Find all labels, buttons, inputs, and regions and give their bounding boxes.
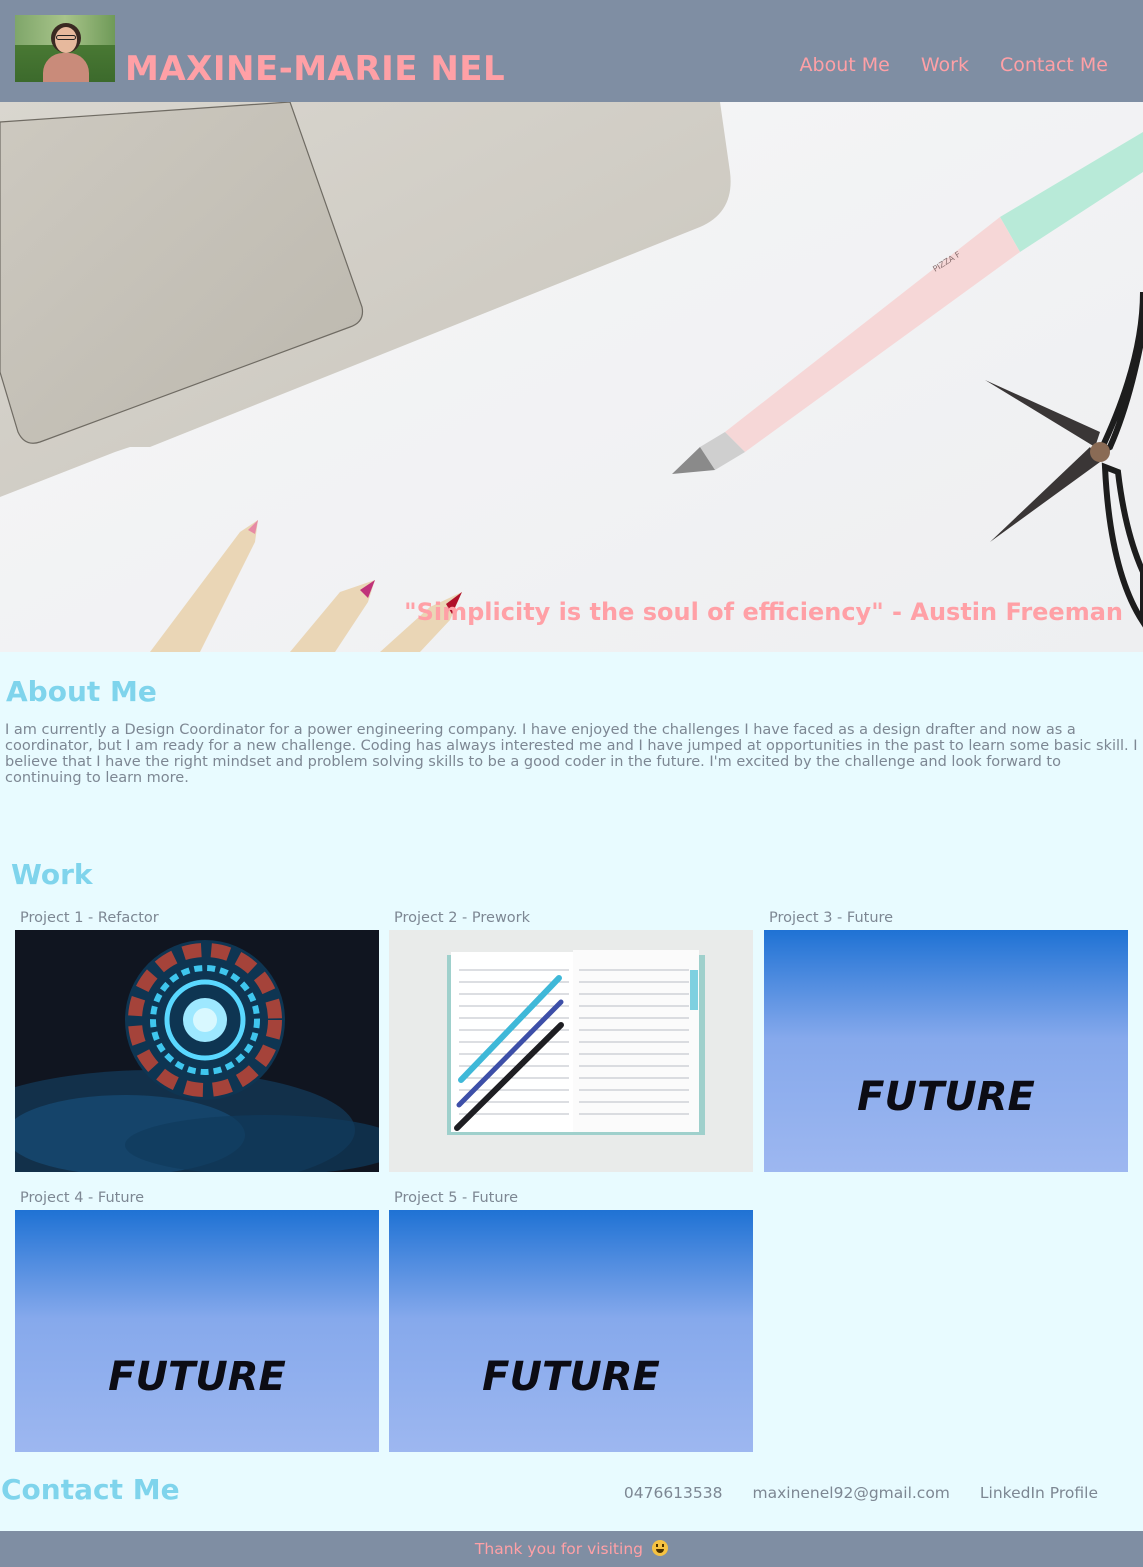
contact-phone[interactable]: 0476613538 [624, 1482, 723, 1504]
project-image-notebook[interactable] [389, 930, 753, 1172]
svg-text:FUTURE: FUTURE [857, 1074, 1035, 1120]
profile-photo [15, 15, 115, 82]
project-label: Project 2 - Prework [394, 910, 531, 926]
project-card-4[interactable]: Project 4 - Future FUTURE [15, 1188, 379, 1452]
smiley-emoji-icon [652, 1540, 669, 1556]
project-label: Project 3 - Future [769, 910, 894, 926]
about-text: I am currently a Design Coordinator for … [5, 722, 1138, 786]
project-image-future[interactable]: FUTURE [15, 1210, 379, 1452]
main-nav: About Me Work Contact Me [800, 52, 1108, 78]
contact-email-link[interactable]: maxinenel92@gmail.com [753, 1482, 950, 1504]
hero-image: PIZZA F [0, 102, 1143, 652]
project-label: Project 1 - Refactor [20, 910, 159, 926]
project-image-future[interactable]: FUTURE [389, 1210, 753, 1452]
linkedin-link[interactable]: LinkedIn Profile [980, 1482, 1098, 1504]
project-card-2[interactable]: Project 2 - Prework [389, 908, 753, 1172]
contact-heading: Contact Me [1, 1473, 180, 1506]
about-heading: About Me [6, 675, 157, 708]
hero-quote: "Simplicity is the soul of efficiency" -… [404, 598, 1123, 626]
svg-text:FUTURE: FUTURE [482, 1354, 660, 1400]
project-label: Project 5 - Future [394, 1190, 519, 1206]
work-heading: Work [11, 858, 93, 891]
site-footer: Thank you for visiting [0, 1531, 1143, 1567]
site-title: MAXINE-MARIE NEL [125, 49, 506, 89]
footer-text: Thank you for visiting [474, 1540, 643, 1558]
contact-links: 0476613538 maxinenel92@gmail.com LinkedI… [624, 1482, 1098, 1504]
hero-banner: PIZZA F "Simplicity is the soul of effic… [0, 102, 1143, 652]
nav-contact-me[interactable]: Contact Me [1000, 52, 1108, 78]
project-card-3[interactable]: Project 3 - Future FUTURE [764, 908, 1128, 1172]
project-card-1[interactable]: Project 1 - Refactor [15, 908, 379, 1172]
project-card-5[interactable]: Project 5 - Future FUTURE [389, 1188, 753, 1452]
project-label: Project 4 - Future [20, 1190, 145, 1206]
nav-work[interactable]: Work [921, 52, 969, 78]
nav-about-me[interactable]: About Me [800, 52, 890, 78]
site-header: MAXINE-MARIE NEL About Me Work Contact M… [0, 0, 1143, 102]
project-image-arc-reactor[interactable] [15, 930, 379, 1172]
svg-text:FUTURE: FUTURE [108, 1354, 286, 1400]
project-image-future[interactable]: FUTURE [764, 930, 1128, 1172]
